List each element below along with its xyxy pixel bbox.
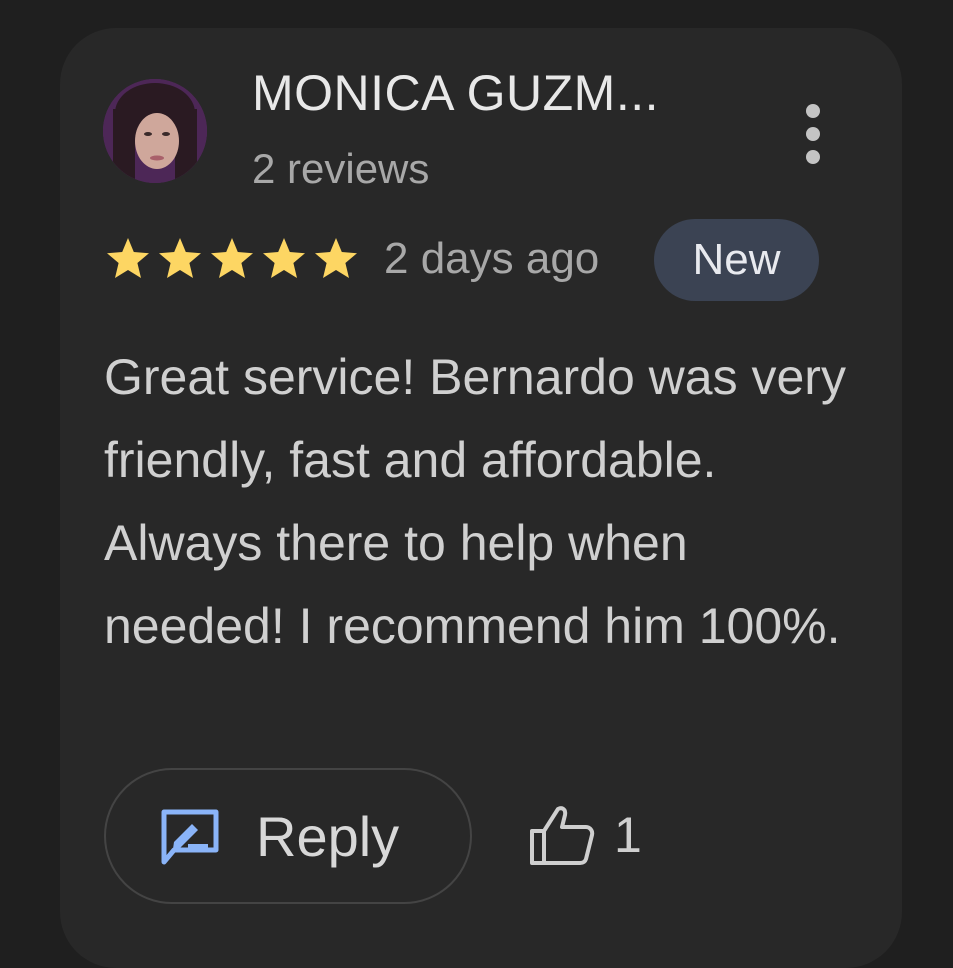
star-icon [211, 238, 253, 278]
reply-label: Reply [256, 805, 400, 868]
reply-button[interactable]: Reply [104, 768, 472, 904]
thumb-up-icon [530, 806, 595, 865]
star-icon [315, 238, 357, 278]
review-text: Great service! Bernardo was very friendl… [104, 349, 846, 654]
star-rating [104, 236, 360, 282]
star-icon [263, 238, 305, 278]
avatar-image [103, 79, 207, 183]
new-badge: New [654, 219, 819, 301]
like-button[interactable]: 1 [528, 800, 642, 870]
star-icon [107, 238, 149, 278]
star-icon [159, 238, 201, 278]
more-vert-icon[interactable] [790, 98, 836, 170]
review-date: 2 days ago [384, 234, 600, 283]
menu-dot [806, 150, 820, 164]
review-count: 2 reviews [252, 145, 430, 192]
menu-dot [806, 127, 820, 141]
avatar[interactable] [103, 79, 207, 183]
reply-edit-icon [161, 809, 219, 865]
like-count: 1 [614, 807, 642, 863]
menu-dot [806, 104, 820, 118]
reviewer-name[interactable]: MONICA GUZM... [252, 64, 659, 122]
